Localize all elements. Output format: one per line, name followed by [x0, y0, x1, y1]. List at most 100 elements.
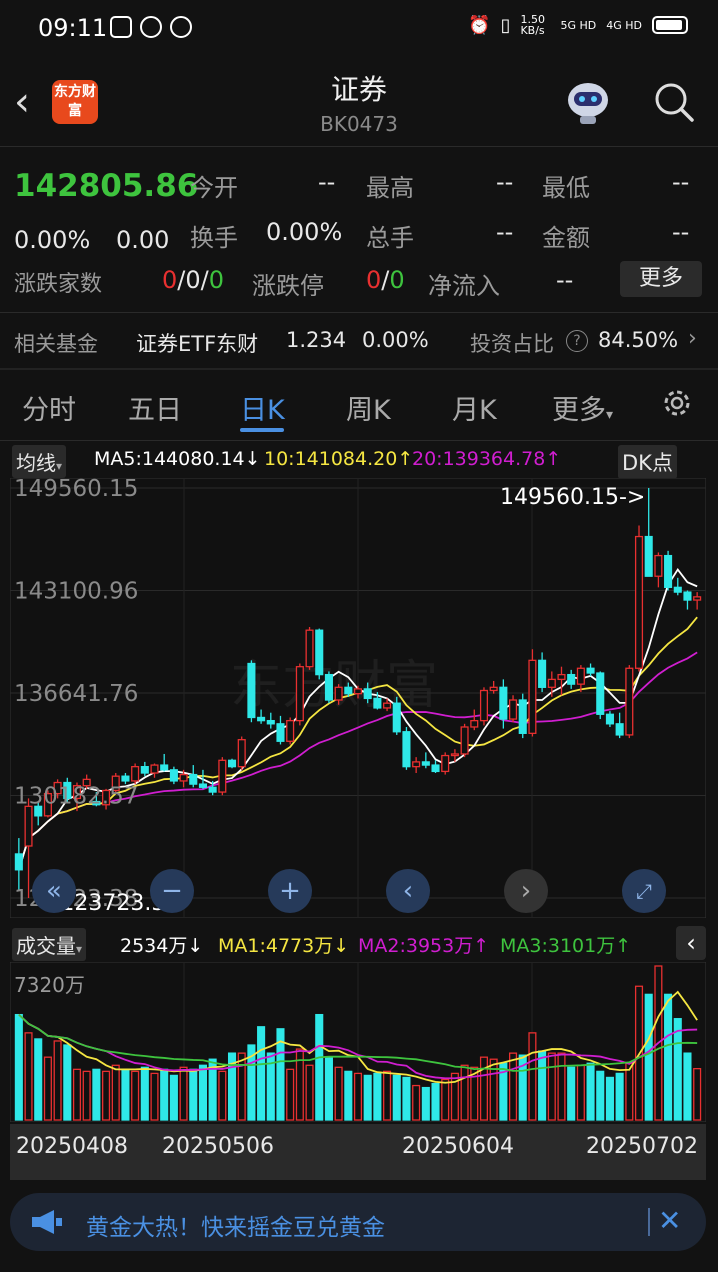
- volume-bar: [102, 1070, 111, 1121]
- high-label: 最高: [366, 174, 414, 202]
- zoom-out-button[interactable]: −: [150, 869, 194, 913]
- volume-bar: [673, 1018, 682, 1121]
- down-arrow-icon: ↓: [244, 448, 261, 470]
- related-fund-row[interactable]: 相关基金 证券ETF东财 1.234 0.00% 投资占比 ? 84.50% ›: [0, 314, 718, 368]
- kline-chart[interactable]: 东方财富 149560.15 143100.96 136641.76 130182.5…: [10, 478, 706, 918]
- close-icon[interactable]: ✕: [658, 1204, 681, 1237]
- volume-bar: [683, 1052, 692, 1121]
- status-bar: 09:11 ⏰ ▯ 1.50 KB/s 5G HD 4G HD: [0, 0, 718, 56]
- volume-bar: [586, 1062, 595, 1121]
- zoom-in-button[interactable]: +: [268, 869, 312, 913]
- up-arrow-icon: ↑: [615, 935, 632, 957]
- vol-ma1: MA1:4773万↓: [218, 931, 349, 958]
- search-icon[interactable]: [652, 80, 696, 124]
- change-pct: 0.00%: [14, 226, 91, 254]
- volume-bar: [237, 1052, 246, 1121]
- volume-bar: [169, 1074, 178, 1121]
- sync-icon: [170, 16, 192, 38]
- candle-body: [412, 761, 421, 768]
- candle-body: [615, 723, 624, 736]
- volume-bar: [402, 1076, 411, 1121]
- help-icon[interactable]: ?: [566, 330, 588, 352]
- candle-body: [644, 535, 653, 577]
- fullscreen-button[interactable]: ⤢: [622, 869, 666, 913]
- volume-bar: [160, 1068, 169, 1121]
- ma10-value: 10:141084.20: [264, 448, 398, 470]
- volume-bar: [53, 1040, 62, 1121]
- signal-1: 5G HD: [560, 18, 597, 32]
- scroll-far-left-button[interactable]: «: [32, 869, 76, 913]
- inflow-label: 净流入: [428, 272, 500, 300]
- gear-icon[interactable]: [660, 386, 694, 420]
- fund-divider: [0, 368, 718, 370]
- volume-bar: [34, 1038, 43, 1121]
- tabs-divider: [0, 440, 718, 441]
- candle-body: [470, 719, 479, 728]
- fund-price: 1.234: [286, 328, 347, 352]
- collapse-left-icon[interactable]: ‹: [676, 926, 706, 960]
- candle-body: [208, 786, 217, 793]
- candle-body: [509, 699, 518, 720]
- candle-body: [131, 766, 140, 782]
- candle-body: [421, 761, 430, 766]
- promo-text: 黄金大热！快来摇金豆兑黄金: [86, 1215, 385, 1241]
- volume-chart[interactable]: 7320万: [10, 962, 706, 1122]
- message-icon: [140, 16, 162, 38]
- robot-assistant-icon[interactable]: [562, 78, 614, 126]
- more-quote-button[interactable]: 更多: [620, 261, 702, 297]
- status-right: ⏰ ▯ 1.50 KB/s 5G HD 4G HD: [468, 14, 688, 36]
- tab-daily-k[interactable]: 日K: [240, 388, 285, 427]
- volume-bar: [92, 1068, 101, 1121]
- inflow-value: --: [556, 266, 574, 294]
- volume-bar: [567, 1066, 576, 1121]
- tab-five-day[interactable]: 五日: [128, 388, 182, 427]
- candle-body: [402, 731, 411, 768]
- scroll-right-button[interactable]: ›: [504, 869, 548, 913]
- volume-bar: [421, 1086, 430, 1121]
- advdec-label: 涨跌家数: [14, 272, 103, 297]
- volume-bar: [528, 1032, 537, 1121]
- ma5-legend: MA5:144080.14↓: [94, 448, 261, 470]
- app-notification-icon: [110, 16, 132, 38]
- turnover-label: 换手: [190, 224, 238, 252]
- candle-body: [14, 853, 23, 871]
- candle-body: [479, 689, 489, 722]
- candle-body: [450, 753, 459, 757]
- tab-intraday[interactable]: 分时: [22, 388, 76, 427]
- candle-body: [237, 739, 246, 768]
- volume-bar: [286, 1068, 295, 1121]
- tab-monthly-k[interactable]: 月K: [452, 388, 497, 427]
- tab-more[interactable]: 更多▾: [552, 388, 613, 427]
- down-arrow-icon: ↓: [187, 935, 204, 957]
- candle-body: [198, 783, 207, 788]
- candle-body: [363, 688, 372, 700]
- volume-bar: [179, 1066, 188, 1121]
- ratio-label: 投资占比: [470, 332, 554, 356]
- volume-label: 总手: [366, 224, 414, 252]
- price-tick-label: 130182.57: [14, 784, 138, 810]
- volume-current: 2534万↓: [120, 931, 203, 958]
- candle-body: [518, 699, 527, 734]
- tab-weekly-k[interactable]: 周K: [346, 388, 391, 427]
- watermark: 东方财富: [230, 656, 438, 716]
- volume-bar: [615, 1072, 624, 1121]
- volume-bar: [392, 1074, 401, 1121]
- candle-body: [547, 678, 556, 688]
- volume-bar: [363, 1074, 372, 1121]
- volume-dropdown[interactable]: 成交量▾: [12, 928, 87, 961]
- date-label: 20250604: [402, 1134, 514, 1159]
- dk-points-button[interactable]: DK点: [618, 445, 677, 479]
- volume-bar: [82, 1070, 91, 1121]
- up-arrow-icon: ↑: [473, 935, 490, 957]
- price-tick-label: 136641.76: [14, 681, 138, 707]
- volume-bar: [121, 1068, 130, 1121]
- current-price: 142805.86: [14, 168, 199, 204]
- megaphone-icon: [32, 1210, 62, 1234]
- ma-dropdown[interactable]: 均线▾: [12, 445, 67, 478]
- scroll-left-button[interactable]: ‹: [386, 869, 430, 913]
- volume-bar: [305, 1064, 314, 1121]
- adv-count: 0: [162, 266, 178, 294]
- limit-values: 0/0: [366, 266, 405, 294]
- low-label: 最低: [542, 174, 590, 202]
- limit-label: 涨跌停: [252, 272, 324, 300]
